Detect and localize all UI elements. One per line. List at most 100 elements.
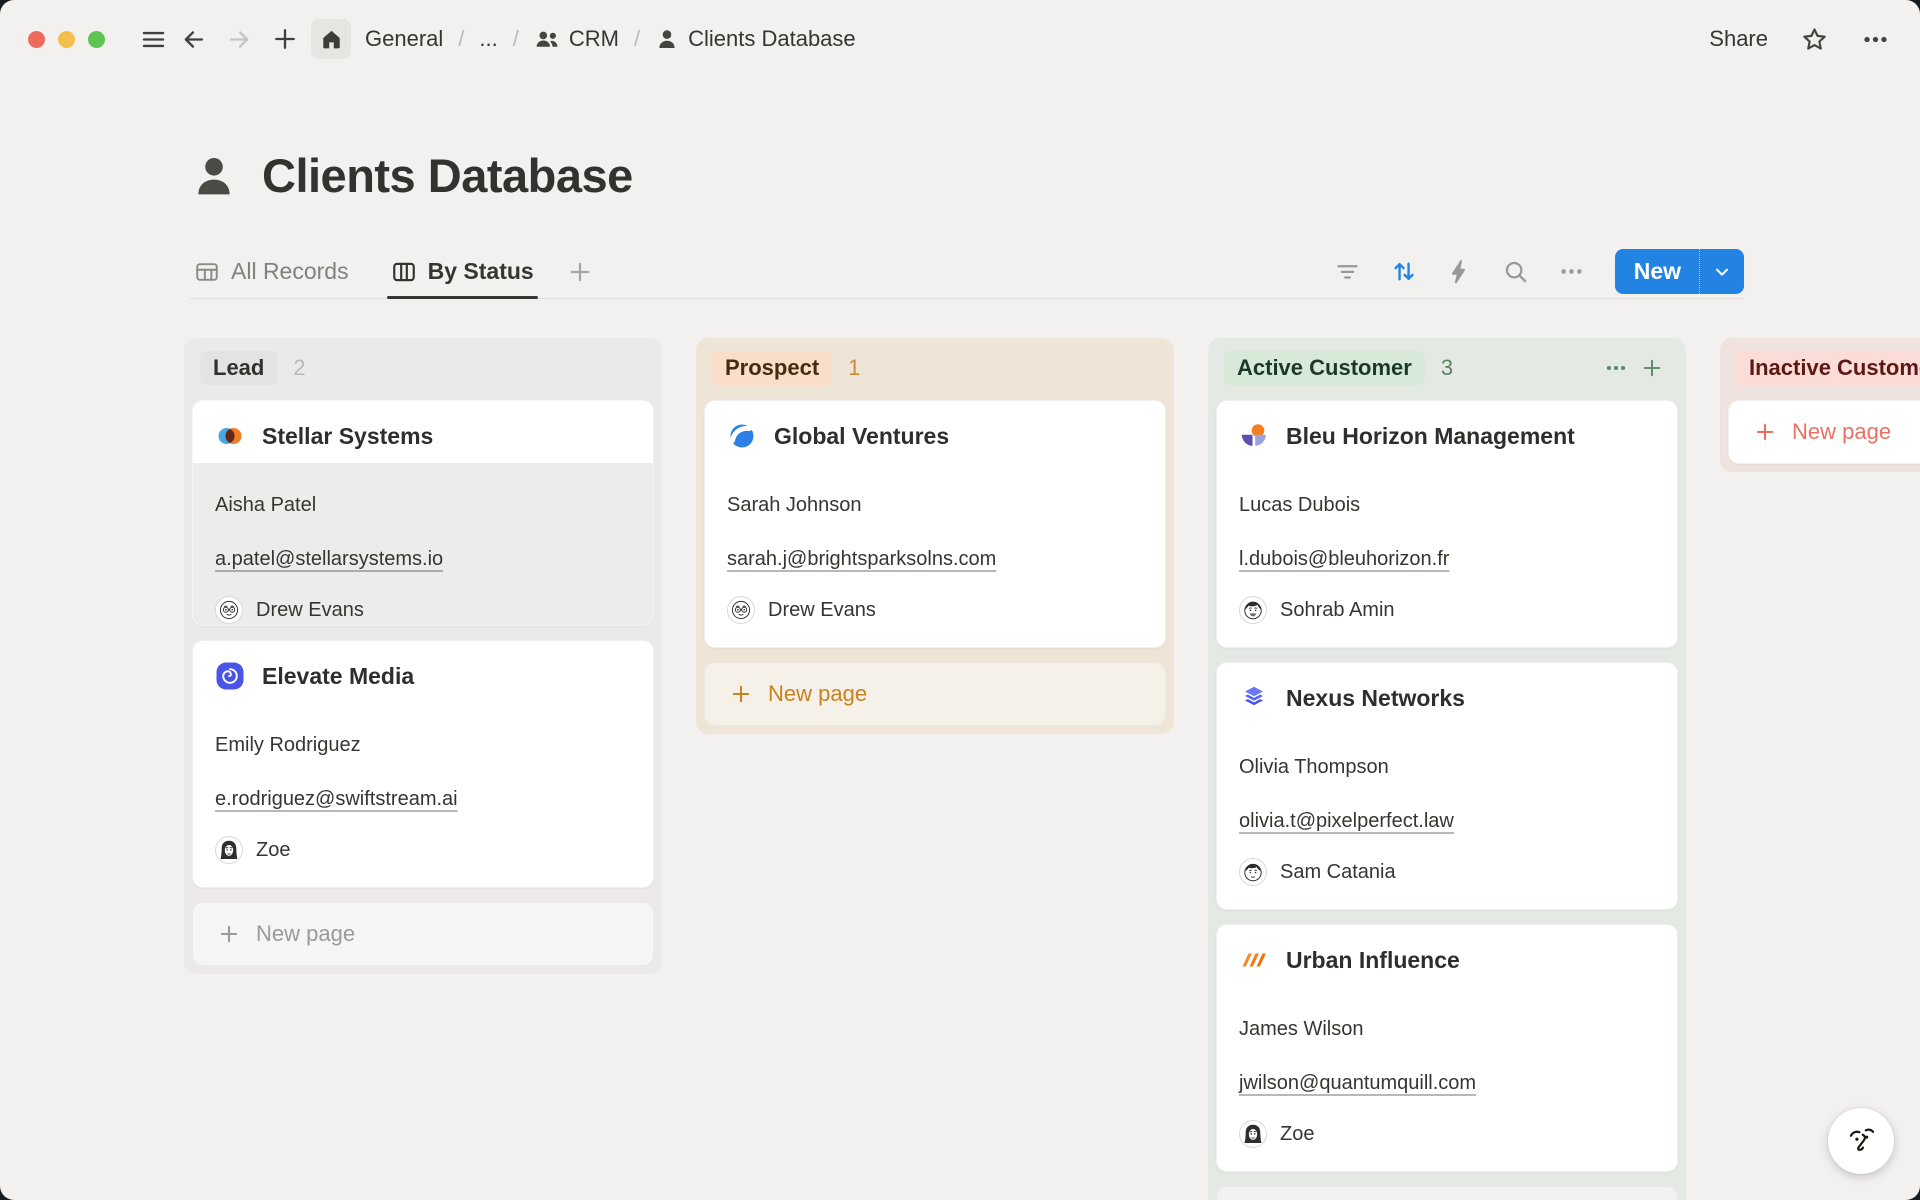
status-badge[interactable]: Lead [200, 351, 277, 385]
close-window-button[interactable] [28, 31, 45, 48]
owner-name: Sam Catania [1280, 861, 1396, 884]
contact-email-link[interactable]: sarah.j@brightsparksolns.com [727, 548, 996, 570]
client-card-stellar-systems[interactable]: Stellar SystemsAisha Patela.patel@stella… [192, 400, 654, 626]
card-company-name: Nexus Networks [1286, 685, 1465, 712]
new-record-split-button: New [1615, 249, 1744, 294]
filter-button[interactable] [1327, 251, 1369, 293]
card-company-name: Stellar Systems [262, 423, 433, 450]
breadcrumb-label: General [365, 26, 443, 52]
share-button[interactable]: Share [1709, 26, 1768, 52]
client-card-bleu-horizon-management[interactable]: Bleu Horizon ManagementLucas Duboisl.dub… [1216, 400, 1678, 648]
star-icon [1800, 25, 1829, 54]
column-header: Prospect 1 [704, 346, 1166, 390]
tab-label: By Status [428, 258, 534, 285]
column-options-button[interactable] [1598, 350, 1634, 386]
owner-row: Sohrab Amin [1239, 595, 1655, 625]
breadcrumb-item-clients-database[interactable]: Clients Database [651, 23, 860, 55]
new-page-button[interactable]: New page [704, 662, 1166, 726]
breadcrumb-item-crm[interactable]: CRM [530, 23, 623, 55]
owner-row: Zoe [1239, 1119, 1655, 1149]
contact-name: Olivia Thompson [1239, 755, 1655, 779]
column-count: 3 [1441, 355, 1453, 381]
tab-label: All Records [231, 258, 349, 285]
arrow-left-icon [180, 26, 207, 53]
client-card-urban-influence[interactable]: Urban Influence James Wilson jwilson@quant… [1216, 924, 1678, 1172]
tab-all-records[interactable]: All Records [190, 245, 353, 298]
avatar-sohrab [1239, 596, 1267, 624]
page-header: Clients Database [190, 148, 1920, 203]
kanban-board: Lead2 Stellar SystemsAisha Patela.patel@s… [184, 338, 1920, 1200]
new-tab-button[interactable] [265, 19, 305, 59]
search-button[interactable] [1495, 251, 1537, 293]
table-icon [194, 259, 220, 285]
ai-face-icon [1840, 1120, 1882, 1162]
page-title: Clients Database [262, 148, 633, 203]
sort-button[interactable] [1383, 251, 1425, 293]
minimize-window-button[interactable] [58, 31, 75, 48]
lightning-icon [1446, 258, 1473, 285]
plus-icon [271, 25, 299, 53]
home-icon [320, 28, 343, 51]
back-button[interactable] [173, 19, 213, 59]
new-page-label: New page [768, 681, 867, 707]
contact-email-link[interactable]: olivia.t@pixelperfect.law [1239, 810, 1454, 832]
swoosh-logo-icon [727, 421, 757, 451]
client-card-elevate-media[interactable]: Elevate MediaEmily Rodrigueze.rodriguez@… [192, 640, 654, 888]
breadcrumb-label: ... [479, 26, 497, 52]
contact-email-link[interactable]: l.dubois@bleuhorizon.fr [1239, 548, 1449, 570]
owner-row: Zoe [215, 835, 631, 865]
contact-email-link[interactable]: jwilson@quantumquill.com [1239, 1072, 1476, 1094]
column-header: Lead2 [192, 346, 654, 390]
tab-by-status[interactable]: By Status [387, 245, 538, 298]
client-card-nexus-networks[interactable]: Nexus Networks Olivia Thompson olivia.t@pi… [1216, 662, 1678, 910]
new-page-button[interactable]: New page [192, 902, 654, 966]
view-options-button[interactable] [1551, 251, 1593, 293]
owner-name: Drew Evans [256, 599, 364, 622]
add-view-button[interactable] [566, 258, 594, 286]
column-header: Active Customer 3 [1216, 346, 1678, 390]
owner-row: Drew Evans [215, 595, 631, 625]
owner-name: Drew Evans [768, 599, 876, 622]
contact-name: Sarah Johnson [727, 493, 1143, 517]
contact-email-link[interactable]: e.rodriguez@swiftstream.ai [215, 788, 458, 810]
contact-name: Emily Rodriguez [215, 733, 631, 757]
filter-icon [1334, 258, 1361, 285]
client-card-global-ventures[interactable]: Global Ventures Sarah Johnson sarah.j@brig… [704, 400, 1166, 648]
status-badge[interactable]: Active Customer [1224, 351, 1425, 385]
column-header: Inactive Customer [1728, 346, 1920, 390]
new-record-button[interactable]: New [1615, 249, 1699, 294]
home-button[interactable] [311, 19, 351, 59]
avatar-drew [215, 596, 243, 624]
forward-button[interactable] [219, 19, 259, 59]
contact-name: Lucas Dubois [1239, 493, 1655, 517]
add-card-button[interactable] [1634, 350, 1670, 386]
breadcrumb-label: Clients Database [688, 26, 856, 52]
column-count: 1 [848, 355, 860, 381]
owner-name: Zoe [1280, 1123, 1314, 1146]
board-column-inactive-customer: Inactive Customer New page [1720, 338, 1920, 472]
automation-button[interactable] [1439, 251, 1481, 293]
breadcrumb-separator: / [458, 26, 464, 52]
new-record-dropdown-button[interactable] [1699, 249, 1744, 294]
new-page-label: New page [256, 921, 355, 947]
favorite-button[interactable] [1800, 25, 1829, 54]
breadcrumb-item-general[interactable]: General [361, 23, 447, 55]
sidebar-menu-button[interactable] [133, 19, 173, 59]
status-badge[interactable]: Inactive Customer [1736, 351, 1920, 385]
zoom-window-button[interactable] [88, 31, 105, 48]
contact-email-link[interactable]: a.patel@stellarsystems.io [215, 548, 443, 570]
new-page-button[interactable]: New page [1728, 400, 1920, 464]
status-badge[interactable]: Prospect [712, 351, 832, 385]
new-page-label: New page [1792, 419, 1891, 445]
card-company-name: Urban Influence [1286, 947, 1460, 974]
breadcrumb-item-collapsed[interactable]: ... [475, 23, 501, 55]
breadcrumb-separator: / [634, 26, 640, 52]
new-page-button[interactable] [1216, 1186, 1678, 1200]
person-icon [190, 152, 238, 200]
card-company-name: Global Ventures [774, 423, 949, 450]
page-options-button[interactable] [1861, 25, 1890, 54]
contact-name: James Wilson [1239, 1017, 1655, 1041]
notion-ai-button[interactable] [1828, 1108, 1894, 1174]
breadcrumb: General / ... / CRM / Clients Database [361, 23, 860, 55]
people-icon [534, 27, 560, 51]
